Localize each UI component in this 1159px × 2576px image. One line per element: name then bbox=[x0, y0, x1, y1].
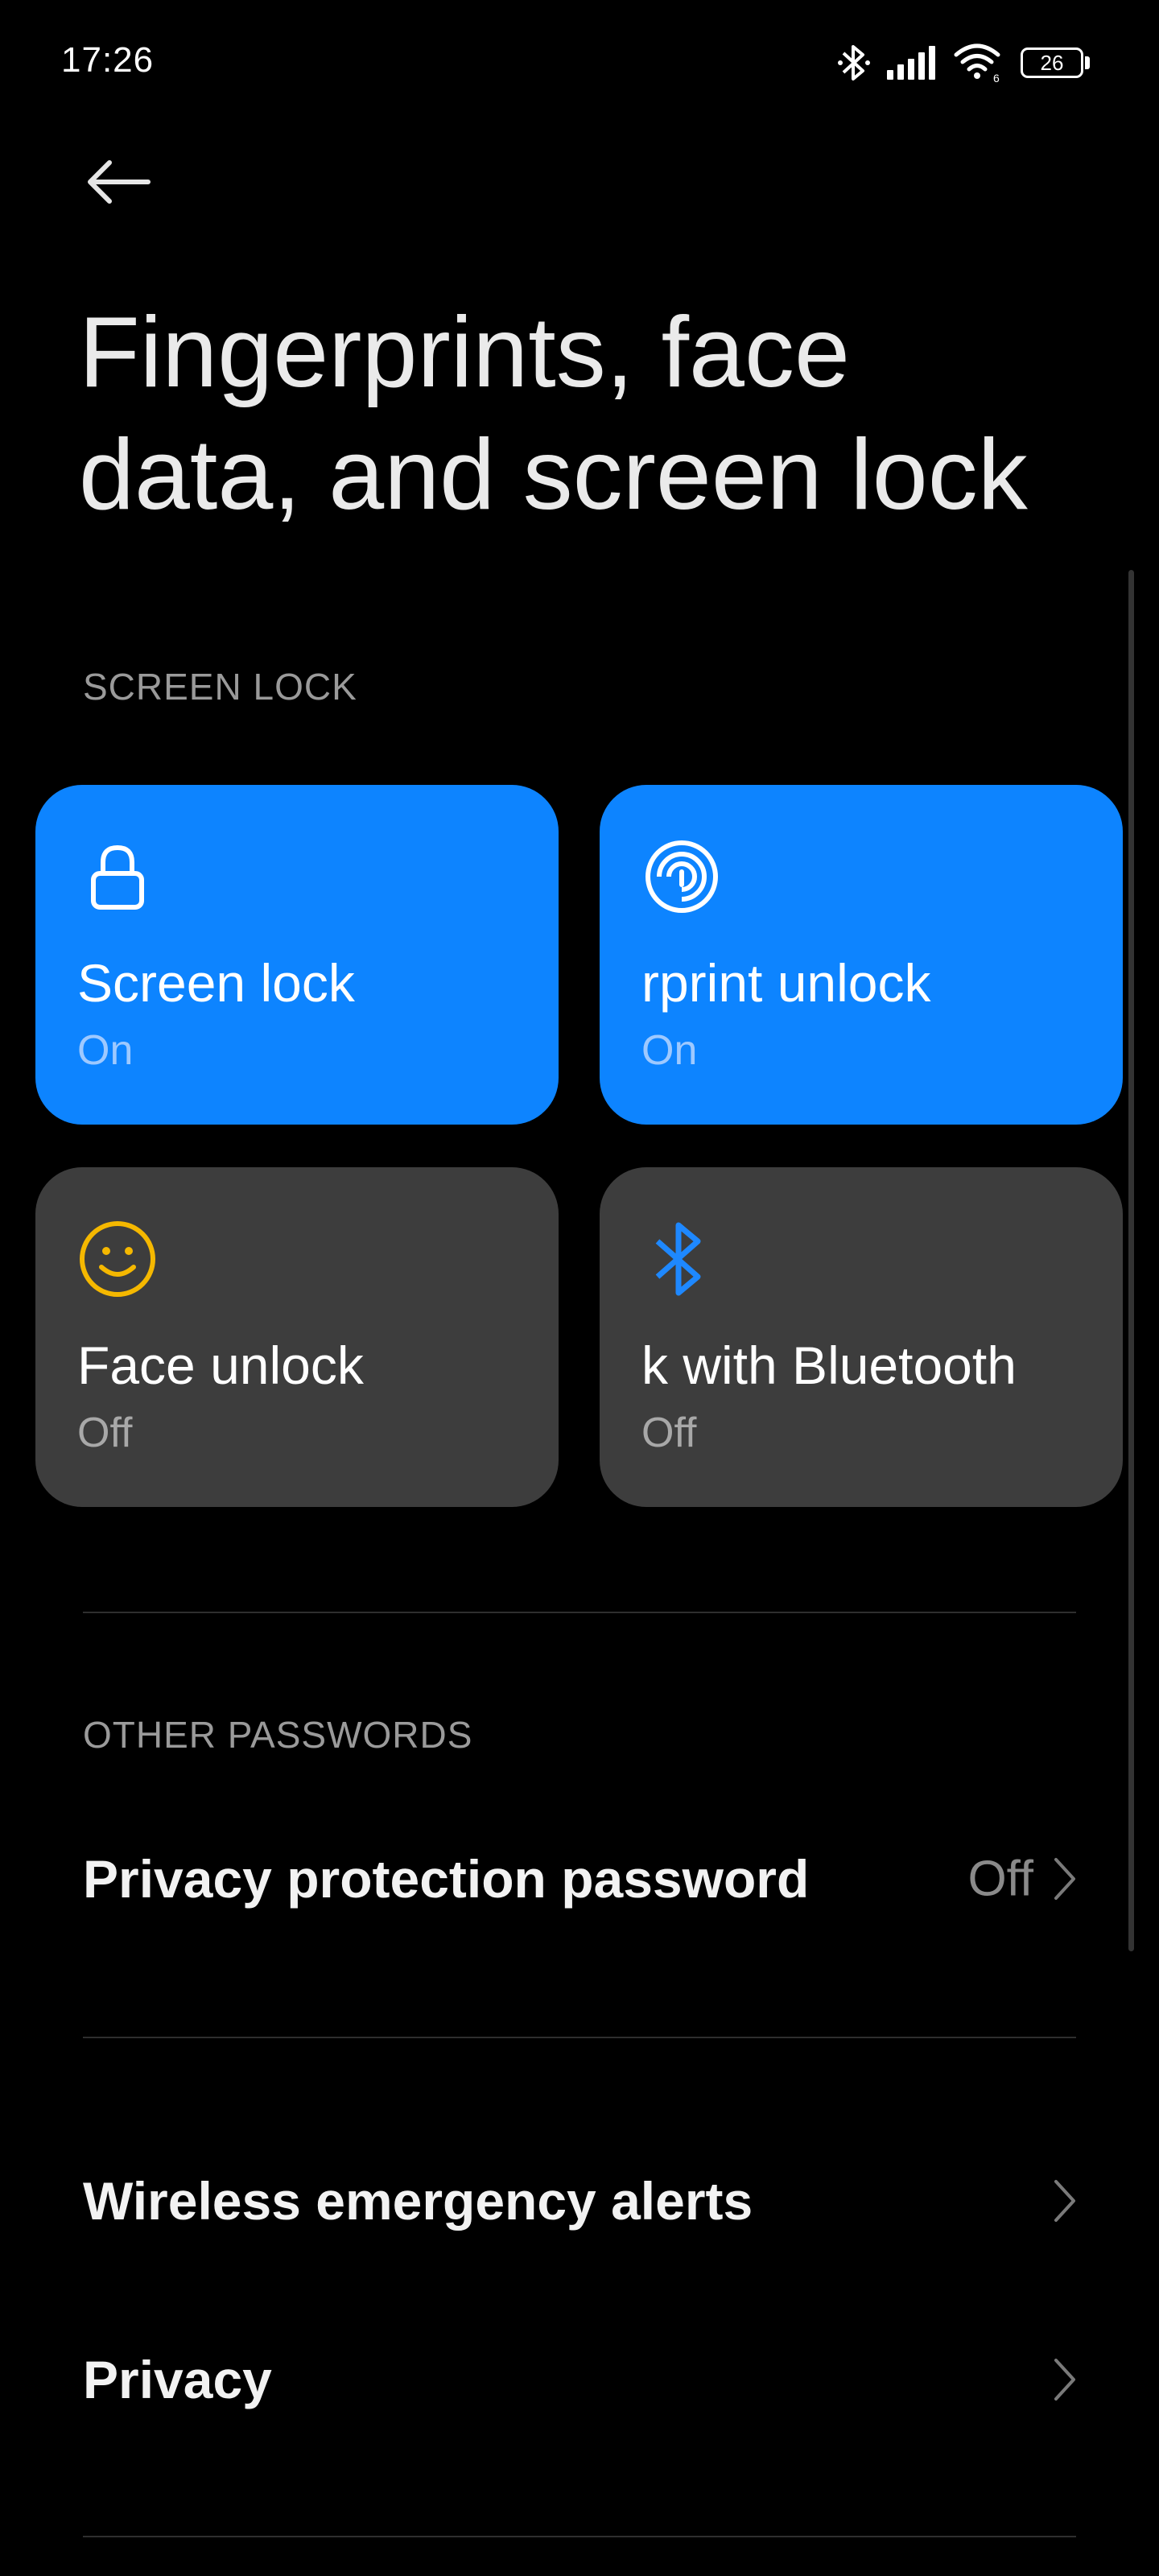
divider bbox=[83, 2536, 1076, 2537]
tile-label-clip: rprint unlock bbox=[641, 938, 1092, 1018]
tile-status: Off bbox=[641, 1410, 697, 1456]
divider bbox=[83, 2037, 1076, 2038]
divider bbox=[83, 1612, 1076, 1613]
row-label: Privacy bbox=[83, 2350, 272, 2409]
section-header-other-passwords: OTHER PASSWORDS bbox=[83, 1714, 473, 1756]
tile-status: On bbox=[77, 1027, 134, 1074]
tile-status: Off bbox=[77, 1410, 133, 1456]
back-button[interactable] bbox=[80, 153, 158, 211]
lock-icon bbox=[91, 844, 144, 910]
fingerprint-icon bbox=[645, 840, 718, 913]
signal-icon bbox=[887, 46, 935, 80]
tile-label: Screen lock bbox=[77, 953, 355, 1013]
arrow-left-icon bbox=[88, 160, 151, 204]
battery-level: 26 bbox=[1040, 51, 1064, 75]
bluetooth-icon bbox=[838, 45, 870, 80]
privacy-row[interactable]: Privacy bbox=[0, 2307, 1159, 2452]
page-title: Fingerprints, face data, and screen lock bbox=[79, 297, 1028, 530]
tile-label-clip: k with Bluetooth bbox=[641, 1320, 1092, 1401]
svg-text:6: 6 bbox=[993, 72, 1000, 84]
tile-status: On bbox=[641, 1027, 698, 1074]
bluetooth-icon bbox=[655, 1222, 701, 1296]
chevron-right-icon bbox=[1054, 2180, 1075, 2222]
privacy-protection-password-row[interactable]: Privacy protection password Off bbox=[0, 1806, 1159, 1951]
tile-label: k with Bluetooth bbox=[641, 1335, 1017, 1395]
smiley-icon bbox=[80, 1221, 155, 1297]
row-label: Privacy protection password bbox=[83, 1849, 810, 1909]
status-time: 17:26 bbox=[61, 40, 155, 80]
tile-label: rprint unlock bbox=[641, 953, 931, 1013]
status-icons: 6 26 bbox=[837, 39, 1090, 87]
battery-icon: 26 bbox=[1021, 47, 1090, 78]
bluetooth-unlock-tile[interactable]: k with Bluetooth Off bbox=[600, 1167, 1123, 1507]
scrollbar[interactable] bbox=[1128, 570, 1134, 1951]
section-header-screen-lock: SCREEN LOCK bbox=[83, 666, 357, 708]
row-value: Off bbox=[967, 1851, 1033, 1907]
tile-label: Face unlock bbox=[77, 1335, 364, 1395]
screen-lock-tile[interactable]: Screen lock On bbox=[35, 785, 559, 1125]
face-unlock-tile[interactable]: Face unlock Off bbox=[35, 1167, 559, 1507]
fingerprint-unlock-tile[interactable]: rprint unlock On bbox=[600, 785, 1123, 1125]
status-bar: 17:26 6 26 bbox=[0, 0, 1159, 121]
row-label: Wireless emergency alerts bbox=[83, 2171, 753, 2231]
wifi-icon: 6 bbox=[954, 43, 1000, 84]
chevron-right-icon bbox=[1054, 1858, 1075, 1900]
chevron-right-icon bbox=[1054, 2359, 1075, 2401]
wireless-emergency-alerts-row[interactable]: Wireless emergency alerts bbox=[0, 2128, 1159, 2273]
